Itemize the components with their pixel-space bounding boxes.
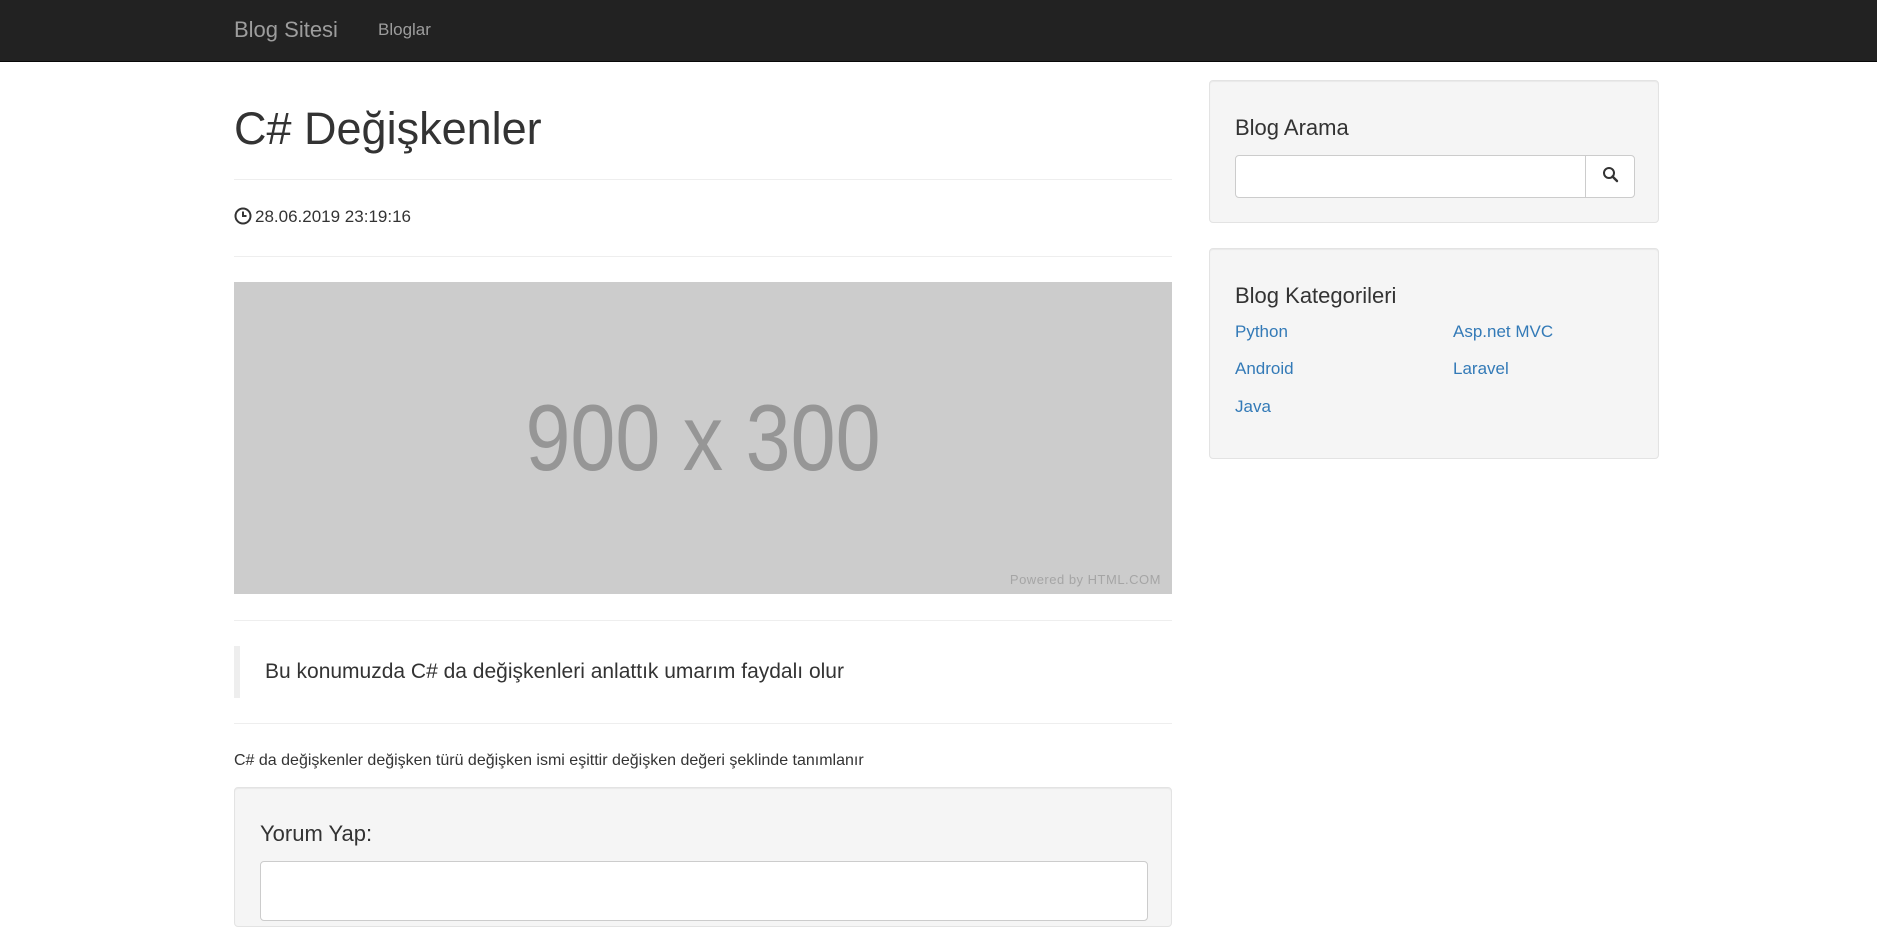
search-title: Blog Arama [1235,115,1349,140]
post-date-text: 28.06.2019 23:19:16 [255,207,411,226]
image-size-label: 900 x 300 [525,385,881,490]
comment-textarea[interactable] [260,861,1148,921]
nav-link-bloglar[interactable]: Bloglar [378,19,431,41]
search-icon [1602,166,1619,188]
top-navbar: Blog Sitesi Bloglar [0,0,1877,62]
brand-link[interactable]: Blog Sitesi [234,16,338,44]
post-date: 28.06.2019 23:19:16 [234,206,411,228]
divider [234,256,1172,257]
search-panel: Blog Arama [1209,80,1659,223]
category-link[interactable]: Android [1235,358,1294,380]
divider [234,620,1172,621]
post-image: 900 x 300 Powered by HTML.COM [234,282,1172,594]
category-link[interactable]: Python [1235,321,1288,343]
categories-panel: Blog Kategorileri Python Asp.net MVC And… [1209,248,1659,459]
post-title: C# Değişkenler [234,103,542,154]
comment-panel: Yorum Yap: [234,787,1172,927]
post-lead-quote: Bu konumuzda C# da değişkenleri anlattık… [234,646,1172,698]
categories-title: Blog Kategorileri [1235,283,1397,308]
category-link[interactable]: Laravel [1453,358,1509,380]
category-link[interactable]: Java [1235,396,1271,418]
search-button[interactable] [1585,155,1635,198]
clock-icon [234,207,252,225]
search-input[interactable] [1235,155,1586,198]
category-link[interactable]: Asp.net MVC [1453,321,1553,343]
comment-title: Yorum Yap: [260,821,373,846]
divider [234,723,1172,724]
image-powered-label: Powered by HTML.COM [1009,572,1161,587]
post-body: C# da değişkenler değişken türü değişken… [234,752,864,769]
divider [234,179,1172,180]
